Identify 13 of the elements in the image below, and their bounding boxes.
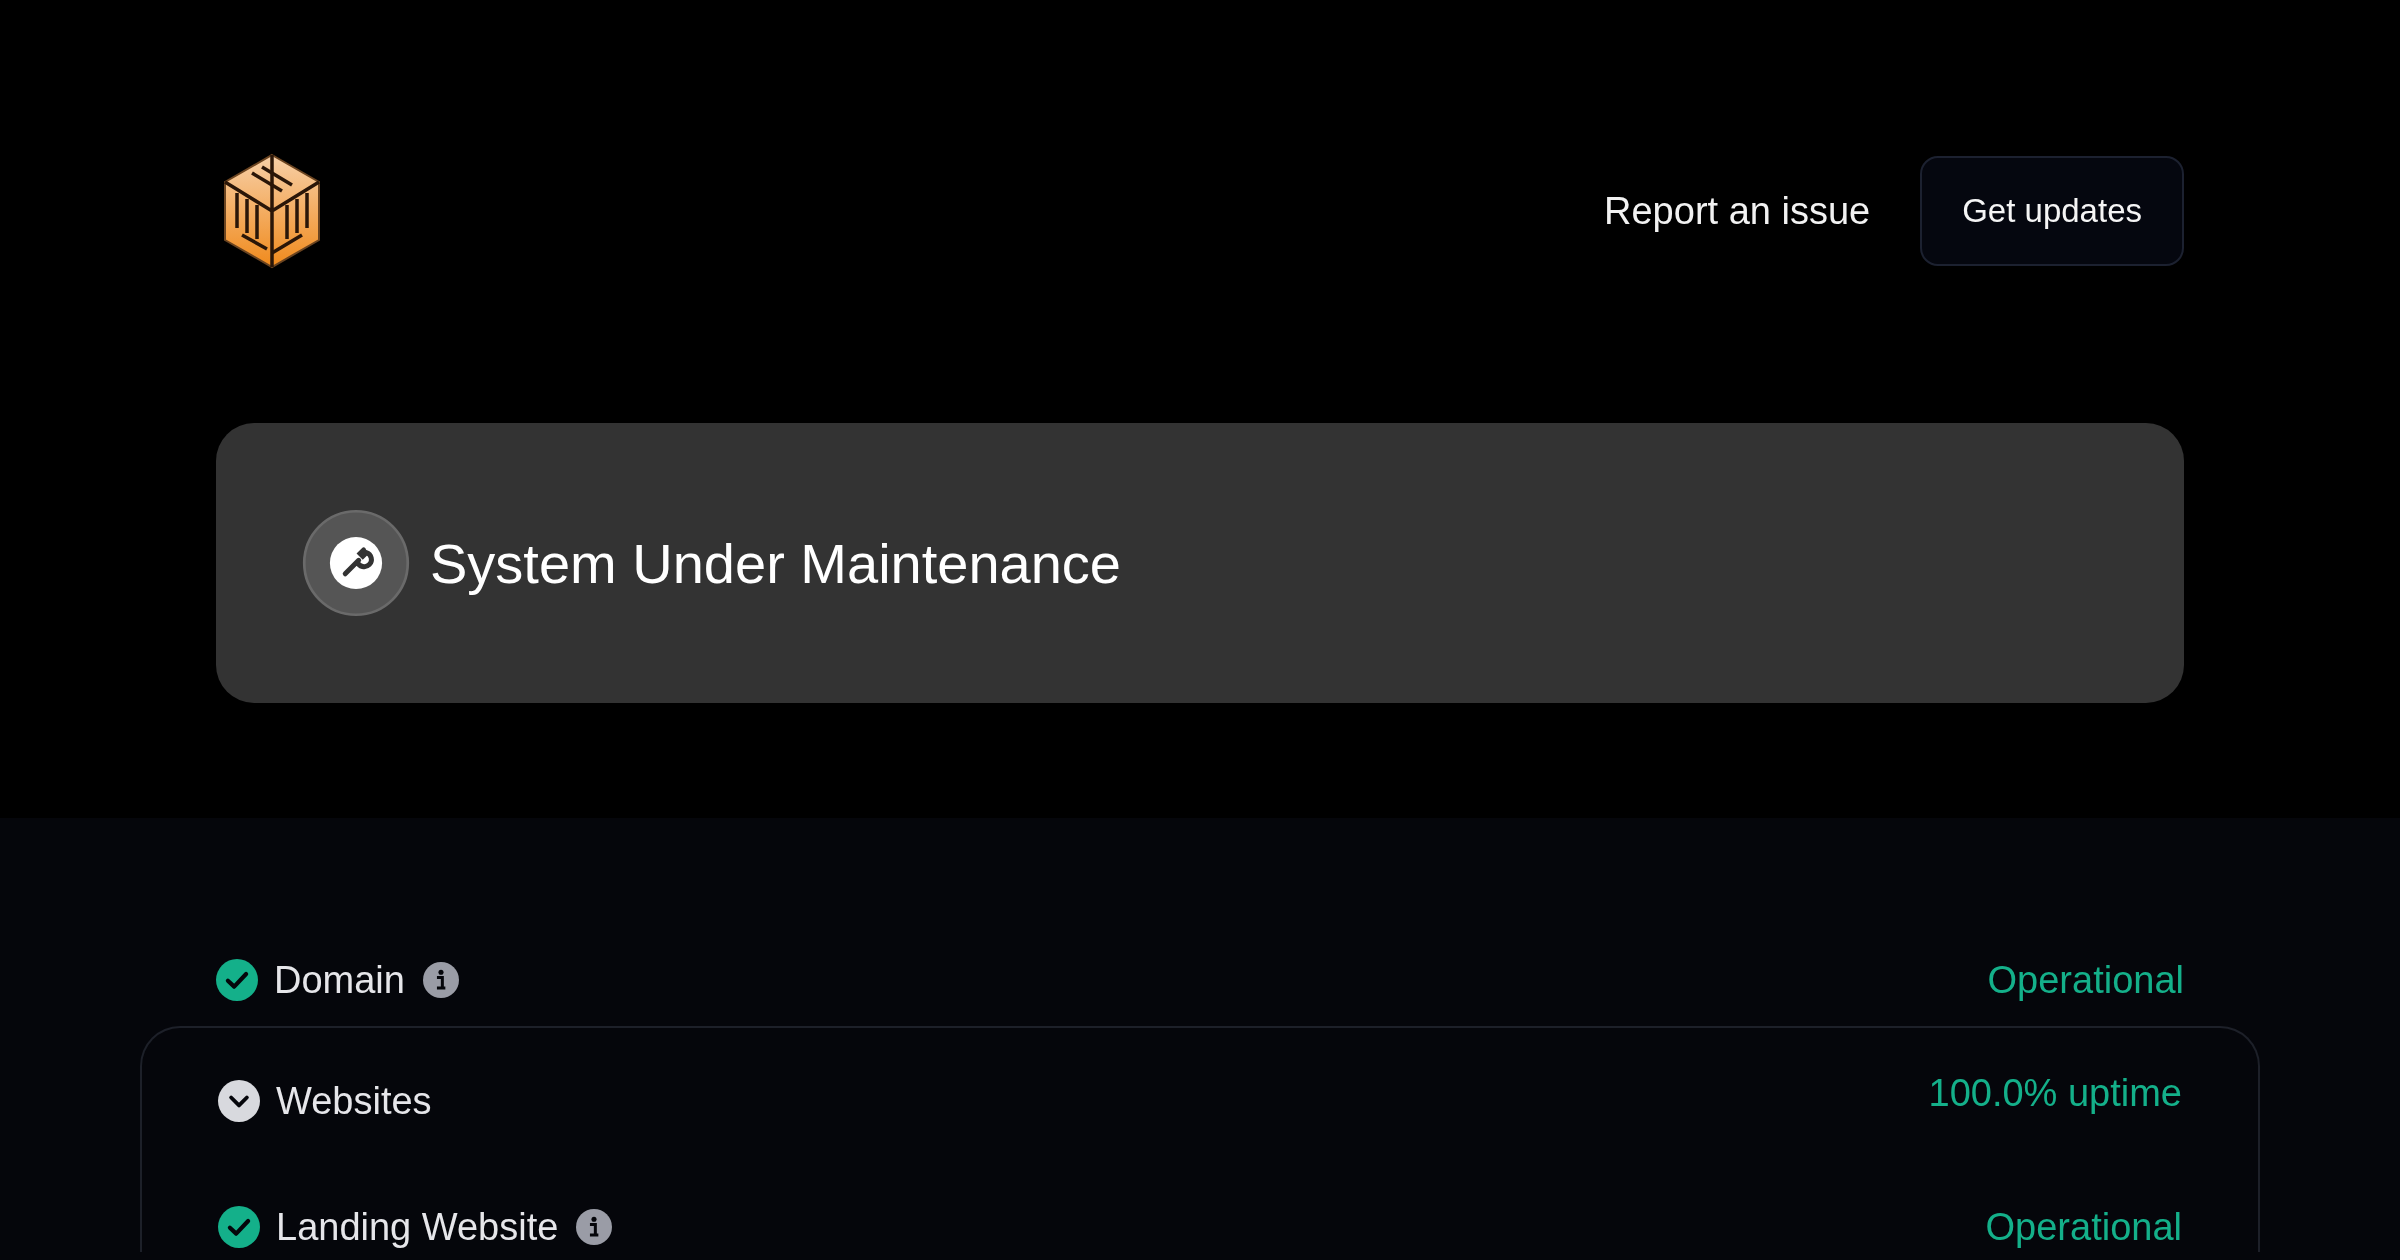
- info-icon[interactable]: [422, 962, 459, 998]
- info-icon[interactable]: [576, 1209, 613, 1245]
- chevron-icon[interactable]: [218, 1080, 260, 1122]
- hexagon-logo[interactable]: [222, 153, 322, 269]
- report-issue-link[interactable]: Report an issue: [1604, 189, 1871, 233]
- group-name[interactable]: Websites: [276, 1079, 432, 1123]
- banner-title: System Under Maintenance: [430, 530, 1121, 596]
- get-updates-button[interactable]: Get updates: [1920, 156, 2184, 266]
- status-label: Operational: [1987, 958, 2184, 1002]
- uptime-label: 100.0% uptime: [1928, 1072, 2182, 1115]
- status-label: Operational: [1985, 1205, 2182, 1249]
- component-name: Domain: [274, 958, 405, 1002]
- component-name: Landing Website: [276, 1205, 559, 1249]
